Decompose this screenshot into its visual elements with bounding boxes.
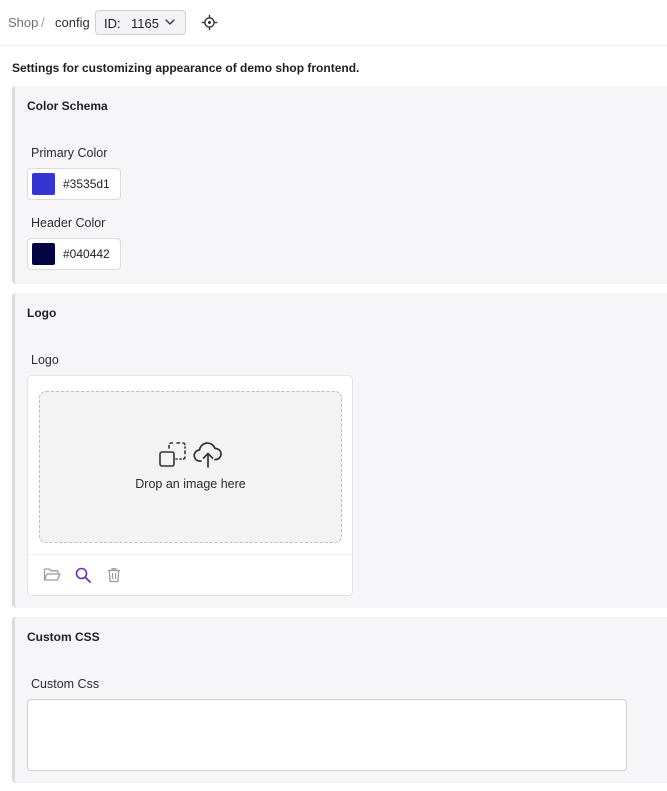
folder-open-icon[interactable] — [43, 566, 61, 584]
divider — [28, 554, 352, 555]
custom-css-input[interactable] — [27, 699, 627, 771]
logo-section: Logo Logo Drop an image here — [12, 293, 667, 608]
breadcrumb-shop[interactable]: Shop — [8, 15, 38, 30]
id-select[interactable]: ID: 1165 — [95, 10, 186, 35]
id-select-value: 1165 — [131, 16, 159, 31]
header-color-picker[interactable]: #040442 — [27, 238, 121, 270]
dropzone-text: Drop an image here — [135, 477, 246, 491]
breadcrumb-config: config — [55, 15, 90, 30]
header-color-value[interactable]: #040442 — [63, 247, 110, 261]
section-title: Logo — [27, 306, 57, 320]
id-select-label: ID: — [104, 16, 121, 31]
primary-color-picker[interactable]: #3535d1 — [27, 168, 121, 200]
page-description: Settings for customizing appearance of d… — [12, 61, 360, 75]
top-bar: Shop / config ID: 1165 — [0, 0, 667, 46]
logo-upload-card: Drop an image here — [27, 375, 353, 596]
color-schema-section: Color Schema Primary Color #3535d1 Heade… — [12, 86, 667, 284]
search-icon[interactable] — [74, 566, 92, 584]
trash-icon[interactable] — [105, 566, 123, 584]
logo-field-label: Logo — [31, 353, 59, 367]
section-title: Custom CSS — [27, 630, 100, 644]
custom-css-label: Custom Css — [31, 677, 100, 691]
breadcrumb-separator: / — [41, 15, 45, 30]
header-color-swatch[interactable] — [32, 243, 55, 265]
chevron-down-icon — [165, 19, 175, 25]
primary-color-value[interactable]: #3535d1 — [63, 177, 110, 191]
crosshair-icon[interactable] — [201, 14, 218, 31]
primary-color-swatch[interactable] — [32, 173, 55, 195]
image-dropzone[interactable]: Drop an image here — [39, 391, 342, 543]
header-color-label: Header Color — [31, 216, 106, 230]
section-title: Color Schema — [27, 99, 108, 113]
select-image-icon — [159, 442, 186, 467]
custom-css-section: Custom CSS Custom Css — [12, 617, 667, 783]
upload-cloud-icon — [193, 442, 222, 468]
primary-color-label: Primary Color — [31, 146, 108, 160]
